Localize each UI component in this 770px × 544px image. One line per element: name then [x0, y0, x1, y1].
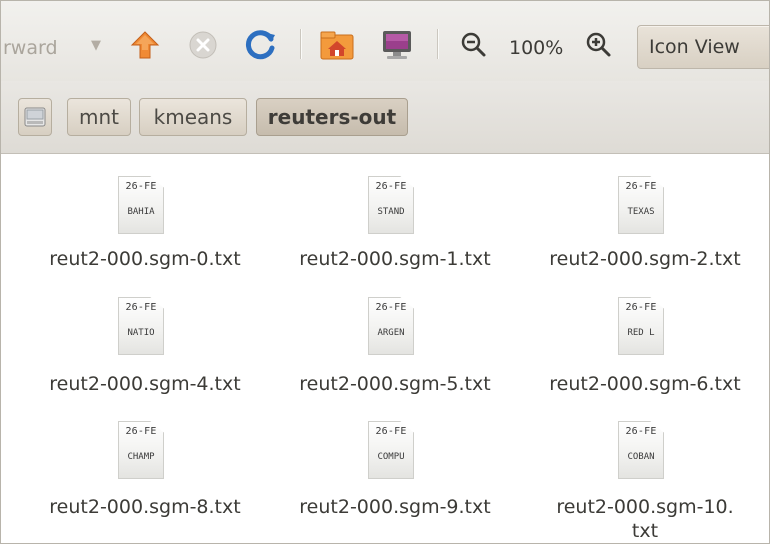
path-bar: mnt kmeans reuters-out [1, 81, 769, 154]
toolbar-separator [300, 29, 301, 59]
zoom-level: 100% [509, 37, 564, 59]
stop-icon[interactable] [185, 27, 221, 63]
text-file-icon: 26-FE STAND [368, 176, 414, 234]
file-name: reut2-000.sgm-8.txt [49, 496, 241, 518]
toolbar-separator [437, 29, 438, 59]
file-item[interactable]: 26-FE ARGEN reut2-000.sgm-5.txt [275, 289, 515, 399]
file-item[interactable]: 26-FE TEXAS reut2-000.sgm-2.txt [525, 164, 765, 274]
crumb-kmeans[interactable]: kmeans [139, 98, 247, 136]
crumb-reuters-out[interactable]: reuters-out [256, 98, 408, 136]
zoom-out-icon[interactable] [460, 31, 488, 59]
computer-icon[interactable] [379, 27, 415, 63]
file-preview-line: 26-FE [125, 426, 157, 437]
text-file-icon: 26-FE CHAMP [118, 421, 164, 479]
reload-icon[interactable] [243, 27, 279, 63]
toolbar: rward ▼ 100% Icon View [1, 1, 769, 81]
drive-icon [24, 107, 46, 127]
file-preview-line: STAND [377, 207, 405, 217]
file-preview-line: COBAN [627, 452, 655, 462]
home-folder-icon[interactable] [319, 27, 355, 63]
file-preview-line: TEXAS [627, 207, 655, 217]
file-preview-line: COMPU [377, 452, 405, 462]
file-name: reut2-000.sgm-9.txt [299, 496, 491, 518]
file-preview-line: NATIO [127, 328, 155, 338]
file-preview-line: 26-FE [375, 302, 407, 313]
file-name: reut2-000.sgm-6.txt [549, 373, 741, 395]
view-mode-select[interactable]: Icon View [637, 25, 769, 69]
file-name-line-1: reut2-000.sgm-10. [556, 496, 734, 518]
file-preview-line: 26-FE [375, 426, 407, 437]
text-file-icon: 26-FE RED L [618, 297, 664, 355]
file-preview-line: 26-FE [125, 302, 157, 313]
file-preview-line: 26-FE [625, 302, 657, 313]
file-preview-line: 26-FE [625, 426, 657, 437]
file-name-line-2: txt [631, 520, 659, 542]
file-item[interactable]: 26-FE CHAMP reut2-000.sgm-8.txt [25, 414, 265, 534]
icon-view: 26-FE BAHIA reut2-000.sgm-0.txt 26-FE ST… [1, 154, 769, 543]
forward-button[interactable]: rward [3, 37, 58, 59]
file-name: reut2-000.sgm-0.txt [49, 248, 241, 270]
file-item[interactable]: 26-FE BAHIA reut2-000.sgm-0.txt [25, 164, 265, 274]
text-file-icon: 26-FE ARGEN [368, 297, 414, 355]
text-file-icon: 26-FE NATIO [118, 297, 164, 355]
file-name: reut2-000.sgm-2.txt [549, 248, 741, 270]
file-preview-line: ARGEN [377, 328, 405, 338]
text-file-icon: 26-FE COMPU [368, 421, 414, 479]
file-item[interactable]: 26-FE NATIO reut2-000.sgm-4.txt [25, 289, 265, 399]
file-preview-line: BAHIA [127, 207, 155, 217]
file-preview-line: 26-FE [375, 181, 407, 192]
text-file-icon: 26-FE TEXAS [618, 176, 664, 234]
file-preview-line: 26-FE [125, 181, 157, 192]
file-item[interactable]: 26-FE RED L reut2-000.sgm-6.txt [525, 289, 765, 399]
file-preview-line: 26-FE [625, 181, 657, 192]
file-preview-line: RED L [627, 328, 655, 338]
file-preview-line: CHAMP [127, 452, 155, 462]
file-item[interactable]: 26-FE COBAN reut2-000.sgm-10. txt [525, 414, 765, 543]
text-file-icon: 26-FE COBAN [618, 421, 664, 479]
file-manager-window: rward ▼ 100% Icon View mnt kmeans reuter… [0, 0, 770, 544]
crumb-mnt[interactable]: mnt [67, 98, 131, 136]
file-item[interactable]: 26-FE COMPU reut2-000.sgm-9.txt [275, 414, 515, 534]
file-name: reut2-000.sgm-5.txt [299, 373, 491, 395]
forward-history-arrow-icon[interactable]: ▼ [91, 38, 101, 53]
file-name: reut2-000.sgm-4.txt [49, 373, 241, 395]
file-name: reut2-000.sgm-1.txt [299, 248, 491, 270]
up-icon[interactable] [127, 27, 163, 63]
zoom-in-icon[interactable] [585, 31, 613, 59]
view-mode-label: Icon View [649, 36, 740, 58]
crumb-drive[interactable] [18, 98, 52, 136]
file-item[interactable]: 26-FE STAND reut2-000.sgm-1.txt [275, 164, 515, 274]
text-file-icon: 26-FE BAHIA [118, 176, 164, 234]
